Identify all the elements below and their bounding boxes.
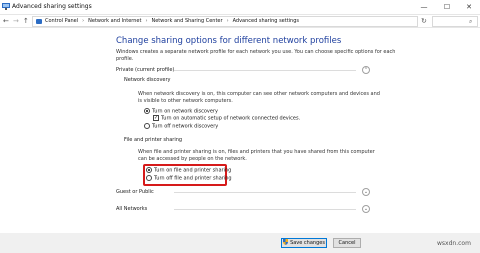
chevron-down-icon[interactable]: ⌄ xyxy=(362,205,370,213)
search-icon: ⌕ xyxy=(469,18,473,25)
network-discovery-title: Network discovery xyxy=(124,77,171,83)
breadcrumb-separator: › xyxy=(145,18,148,24)
refresh-icon[interactable]: ↻ xyxy=(421,15,427,28)
search-input[interactable]: ⌕ xyxy=(432,16,478,27)
breadcrumb-control-panel[interactable]: Control Panel xyxy=(45,18,78,24)
footer-bar: Save changes Cancel wsxdn.com xyxy=(0,233,480,253)
turn-on-file-printer-sharing-option[interactable]: Turn on file and printer sharing xyxy=(146,167,231,175)
main-content: Change sharing options for different net… xyxy=(0,28,480,233)
option-label: Turn off network discovery xyxy=(152,123,219,130)
automatic-setup-option[interactable]: ✓ Turn on automatic setup of network conn… xyxy=(153,115,300,123)
breadcrumb-advanced-sharing[interactable]: Advanced sharing settings xyxy=(233,18,299,24)
private-profile-title: Private (current profile) xyxy=(116,67,175,73)
breadcrumb-separator: › xyxy=(226,18,229,24)
up-arrow-icon[interactable]: ↑ xyxy=(23,15,29,28)
network-discovery-description: When network discovery is on, this compu… xyxy=(138,91,380,104)
maximize-button[interactable]: ☐ xyxy=(436,0,458,14)
file-printer-sharing-description: When file and printer sharing is on, fil… xyxy=(138,149,375,162)
option-label: Turn on automatic setup of network conne… xyxy=(161,115,301,122)
back-arrow-icon[interactable]: ← xyxy=(3,15,9,28)
radio-button[interactable] xyxy=(144,123,150,129)
save-changes-button[interactable]: Save changes xyxy=(281,238,327,248)
watermark: wsxdn.com xyxy=(437,240,471,247)
title-bar: Advanced sharing settings — ☐ ✕ xyxy=(0,0,480,14)
section-divider xyxy=(174,192,356,193)
radio-button[interactable] xyxy=(146,175,152,181)
all-networks-section[interactable]: All Networks ⌄ xyxy=(116,205,370,213)
window-title: Advanced sharing settings xyxy=(12,3,92,10)
guest-public-title: Guest or Public xyxy=(116,189,154,195)
chevron-down-icon[interactable]: ⌄ xyxy=(362,188,370,196)
breadcrumb-items: Control Panel › Network and Internet › Netwo… xyxy=(45,17,299,26)
section-divider xyxy=(174,209,356,210)
shield-icon xyxy=(283,239,289,245)
minimize-button[interactable]: — xyxy=(413,0,435,14)
radio-button-selected[interactable] xyxy=(146,167,152,173)
breadcrumb-sharing-center[interactable]: Network and Sharing Center xyxy=(151,18,222,24)
turn-off-network-discovery-option[interactable]: Turn off network discovery xyxy=(144,123,218,131)
breadcrumb-separator: › xyxy=(82,18,85,24)
control-panel-icon xyxy=(36,19,42,24)
forward-arrow-icon[interactable]: → xyxy=(13,15,19,28)
cancel-button[interactable]: Cancel xyxy=(333,238,361,248)
address-bar: ← → ↑ Control Panel › Network and Internet… xyxy=(0,14,480,28)
radio-button-selected[interactable] xyxy=(144,108,150,114)
chevron-up-icon[interactable]: ⌃ xyxy=(362,66,370,74)
option-label: Turn off file and printer sharing xyxy=(154,175,232,182)
guest-public-section[interactable]: Guest or Public ⌄ xyxy=(116,188,370,196)
page-title: Change sharing options for different net… xyxy=(116,36,342,46)
close-button[interactable]: ✕ xyxy=(458,0,480,14)
file-printer-sharing-title: File and printer sharing xyxy=(124,137,183,143)
option-label: Turn on network discovery xyxy=(152,108,218,115)
intro-text: Windows creates a separate network profi… xyxy=(116,49,396,62)
breadcrumb[interactable]: Control Panel › Network and Internet › Netwo… xyxy=(32,16,418,27)
network-settings-icon xyxy=(2,3,10,10)
checkbox-checked[interactable]: ✓ xyxy=(153,115,159,121)
breadcrumb-network-internet[interactable]: Network and Internet xyxy=(88,18,141,24)
save-changes-label: Save changes xyxy=(290,240,325,246)
section-divider xyxy=(174,70,356,71)
private-profile-section[interactable]: Private (current profile) ⌃ xyxy=(116,66,370,74)
all-networks-title: All Networks xyxy=(116,206,148,212)
turn-off-file-printer-sharing-option[interactable]: Turn off file and printer sharing xyxy=(146,175,232,183)
option-label: Turn on file and printer sharing xyxy=(154,167,232,174)
